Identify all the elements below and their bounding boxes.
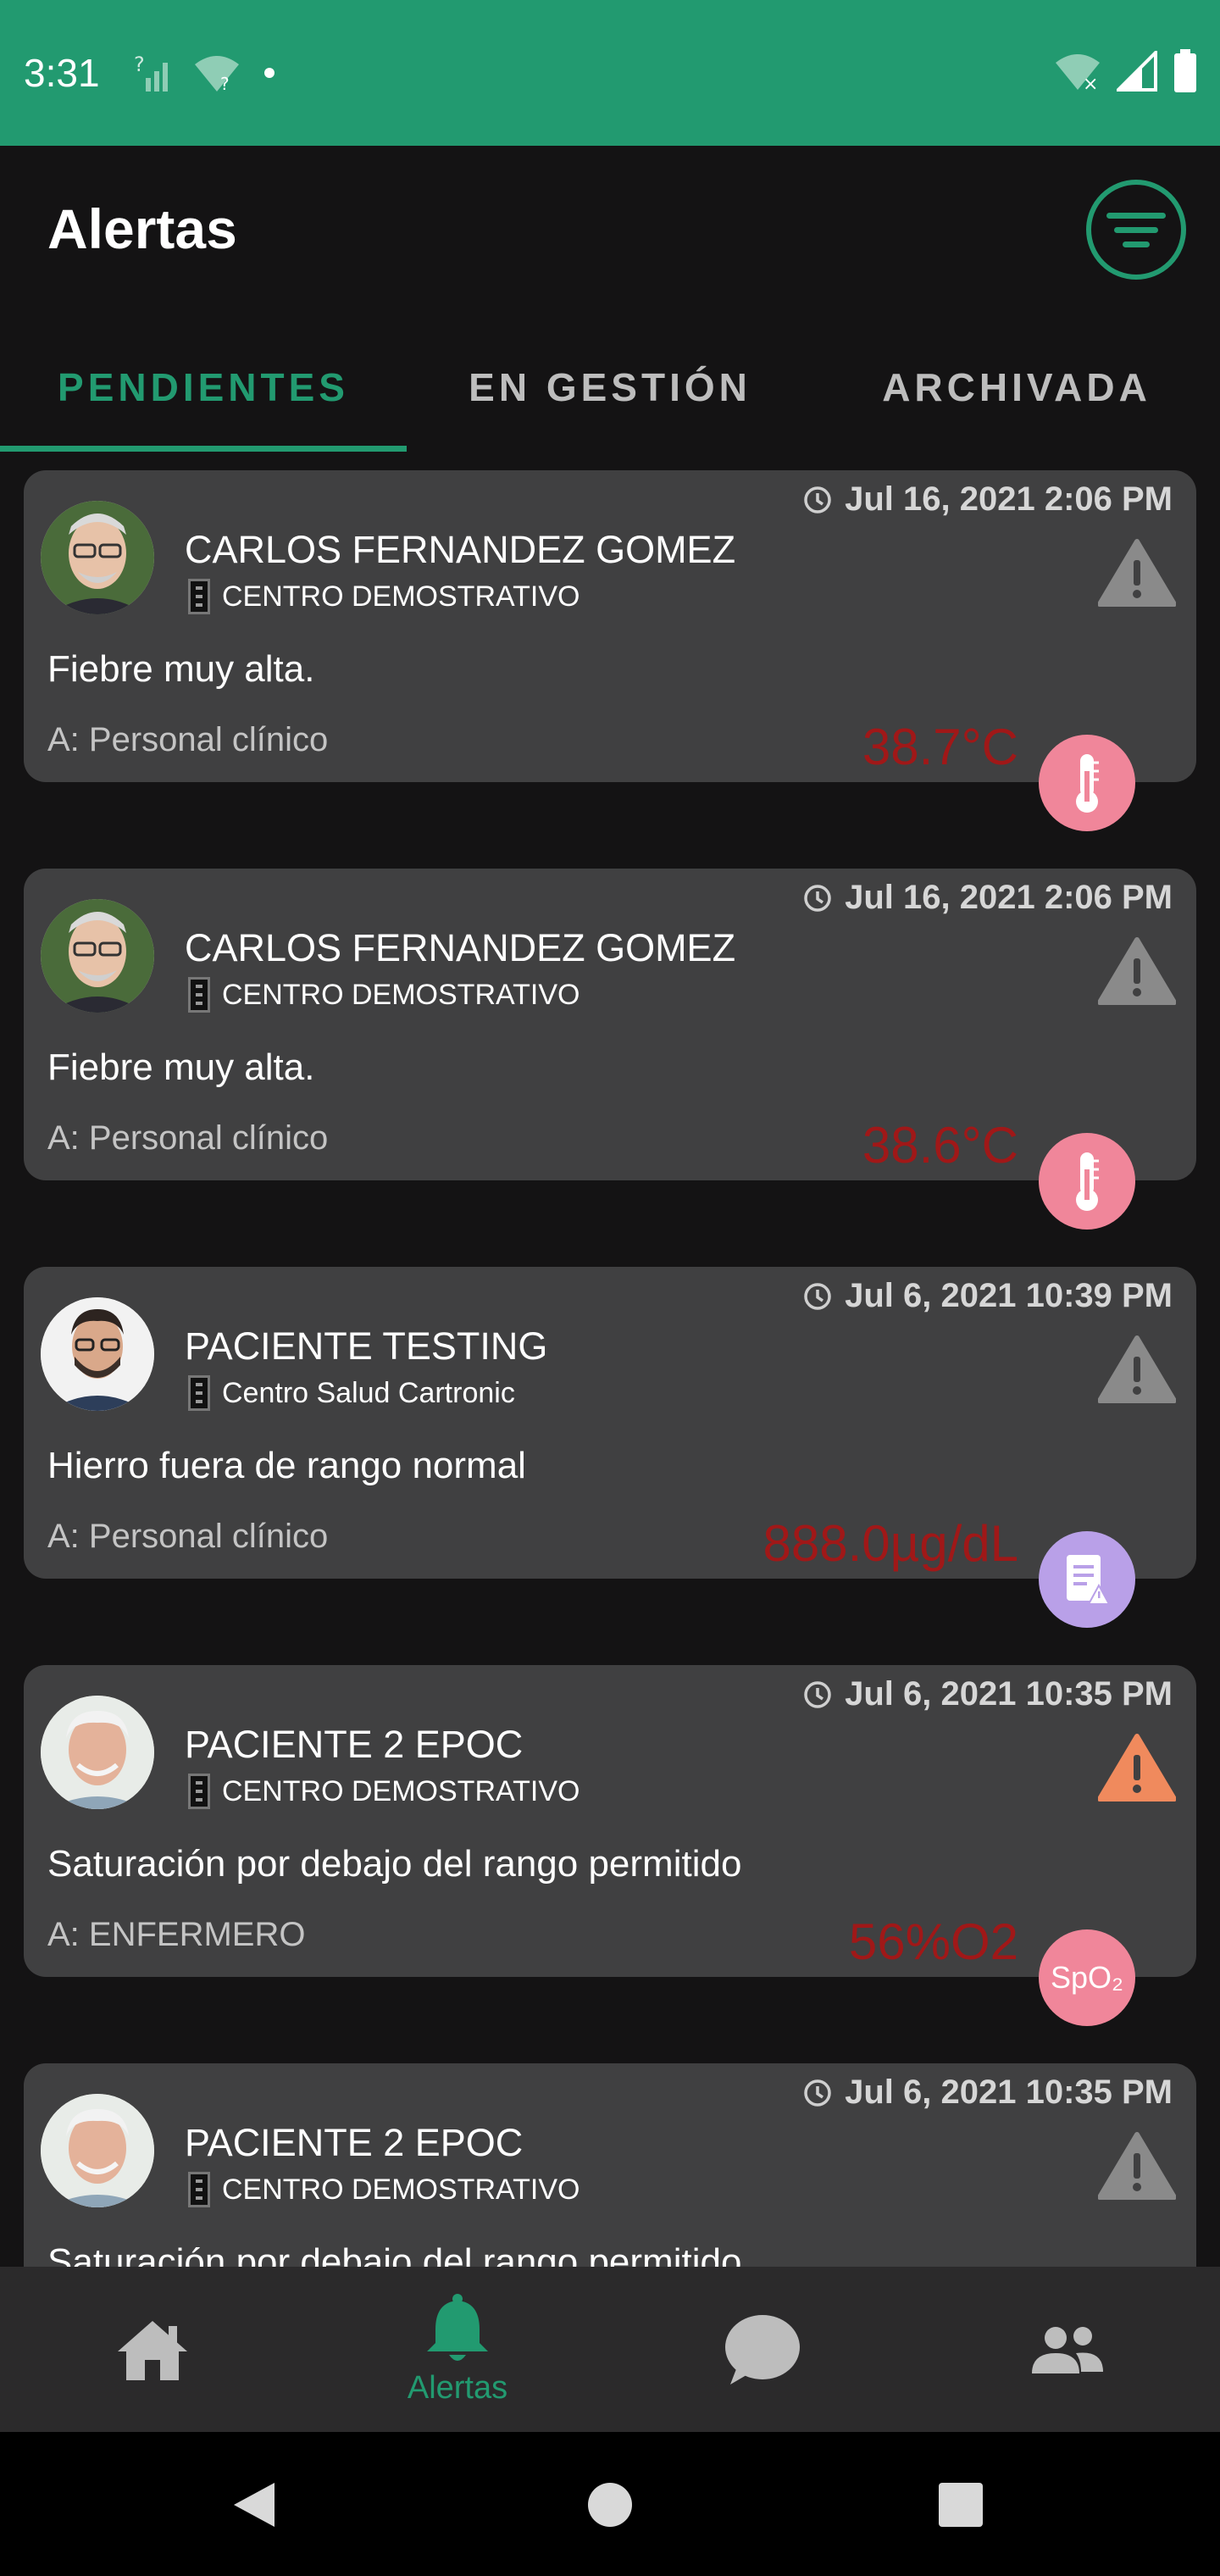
- alert-assignee: A: Personal clínico: [47, 721, 329, 758]
- alert-message: Fiebre muy alta.: [47, 648, 315, 690]
- wifi-off-icon: ×: [1056, 54, 1100, 92]
- tab-en-gestion[interactable]: EN GESTIÓN: [407, 364, 813, 410]
- alert-datetime: Jul 6, 2021 10:35 PM: [845, 2074, 1173, 2111]
- alert-card[interactable]: Jul 16, 2021 2:06 PM CARLOS FERNANDEZ GO…: [24, 869, 1196, 1180]
- patient-name: PACIENTE 2 EPOC: [185, 1723, 524, 1766]
- clock-icon: [804, 486, 831, 514]
- thermometer-icon: [1076, 754, 1099, 813]
- status-bar: 3:31 ? ? ×: [0, 0, 1220, 146]
- svg-text:×: ×: [1083, 74, 1098, 92]
- home-icon: [118, 2320, 187, 2380]
- clock-icon: [804, 1282, 831, 1310]
- center-name: CENTRO DEMOSTRATIVO: [222, 2173, 580, 2206]
- alert-message: Fiebre muy alta.: [47, 1046, 315, 1088]
- avatar: [41, 1297, 154, 1411]
- nav-alertas[interactable]: Alertas: [305, 2267, 610, 2432]
- alert-card[interactable]: Jul 16, 2021 2:06 PM CARLOS FERNANDEZ GO…: [24, 470, 1196, 782]
- avatar: [41, 1696, 154, 1809]
- alert-message: Saturación por debajo del rango permitid…: [47, 1843, 742, 1885]
- active-tab-indicator: [0, 446, 407, 452]
- filter-icon: [1106, 212, 1166, 219]
- status-time: 3:31: [24, 51, 100, 95]
- alert-card[interactable]: Jul 6, 2021 10:39 PM PACIENTE TESTING Ce…: [24, 1267, 1196, 1579]
- patient-name: PACIENTE 2 EPOC: [185, 2121, 524, 2164]
- system-nav-bar: [0, 2432, 1220, 2576]
- alert-value: 888.0µg/dL: [762, 1515, 1019, 1572]
- nav-chat[interactable]: [610, 2267, 915, 2432]
- nav-label-alertas: Alertas: [407, 2370, 508, 2406]
- avatar: [41, 2094, 154, 2207]
- center-name: Centro Salud Cartronic: [222, 1376, 515, 1409]
- svg-text:?: ?: [134, 53, 145, 76]
- alert-assignee: A: Personal clínico: [47, 1119, 329, 1157]
- bottom-nav: Alertas: [0, 2267, 1220, 2432]
- tab-bar: PENDIENTES EN GESTIÓN ARCHIVADA: [0, 339, 1220, 453]
- alert-message: Saturación por debajo del rango permitid…: [47, 2241, 742, 2267]
- battery-icon: [1174, 49, 1196, 92]
- alert-message: Hierro fuera de rango normal: [47, 1445, 526, 1486]
- recents-icon[interactable]: [937, 2481, 984, 2529]
- alert-datetime: Jul 6, 2021 10:35 PM: [845, 1675, 1173, 1713]
- nav-people[interactable]: [915, 2267, 1220, 2432]
- building-icon: [188, 1375, 210, 1411]
- warning-icon: [1098, 2132, 1176, 2200]
- warning-icon: [1098, 1734, 1176, 1802]
- warning-icon: [1098, 937, 1176, 1005]
- patient-name: CARLOS FERNANDEZ GOMEZ: [185, 528, 736, 571]
- spo2-badge: SpO₂: [1039, 1929, 1135, 2026]
- tab-archivada[interactable]: ARCHIVADA: [813, 364, 1220, 410]
- notification-dot-icon: [263, 68, 274, 78]
- tab-pendientes[interactable]: PENDIENTES: [0, 364, 407, 410]
- center-name: CENTRO DEMOSTRATIVO: [222, 580, 580, 613]
- nav-home[interactable]: [0, 2267, 305, 2432]
- lab-report-icon: [1067, 1555, 1111, 1605]
- alert-value: 38.6°C: [862, 1117, 1018, 1174]
- alert-datetime: Jul 16, 2021 2:06 PM: [845, 480, 1173, 518]
- warning-icon: [1098, 539, 1176, 607]
- clock-icon: [804, 2079, 831, 2107]
- thermometer-icon: [1076, 1152, 1099, 1211]
- center-name: CENTRO DEMOSTRATIVO: [222, 1774, 580, 1807]
- spo2-icon: SpO₂: [1050, 1960, 1123, 1995]
- patient-name: CARLOS FERNANDEZ GOMEZ: [185, 926, 736, 969]
- chat-icon: [725, 2314, 800, 2384]
- lab-report-badge: [1039, 1531, 1135, 1628]
- building-icon: [188, 579, 210, 614]
- back-icon[interactable]: [230, 2479, 278, 2530]
- avatar: [41, 899, 154, 1013]
- wifi-unknown-icon: ?: [194, 56, 239, 93]
- alert-value: 56%O2: [848, 1913, 1018, 1970]
- signal-unknown-icon: ?: [134, 53, 168, 92]
- filter-button[interactable]: [1086, 180, 1186, 280]
- alert-datetime: Jul 6, 2021 10:39 PM: [845, 1277, 1173, 1314]
- thermometer-badge: [1039, 735, 1135, 831]
- center-name: CENTRO DEMOSTRATIVO: [222, 978, 580, 1011]
- building-icon: [188, 977, 210, 1013]
- alert-assignee: A: Personal clínico: [47, 1518, 329, 1555]
- patient-name: PACIENTE TESTING: [185, 1324, 548, 1368]
- home-button-icon[interactable]: [586, 2481, 634, 2529]
- app-bar: Alertas: [0, 146, 1220, 315]
- alert-assignee: A: ENFERMERO: [47, 1916, 306, 1953]
- alert-datetime: Jul 16, 2021 2:06 PM: [845, 879, 1173, 916]
- building-icon: [188, 2172, 210, 2207]
- alert-card[interactable]: Jul 6, 2021 10:35 PM PACIENTE 2 EPOC CEN…: [24, 1665, 1196, 1977]
- people-icon: [1032, 2326, 1103, 2373]
- clock-icon: [804, 1680, 831, 1708]
- warning-icon: [1098, 1335, 1176, 1403]
- thermometer-badge: [1039, 1133, 1135, 1230]
- cell-signal-icon: [1117, 51, 1157, 92]
- page-title: Alertas: [47, 197, 237, 260]
- avatar: [41, 501, 154, 614]
- alert-value: 38.7°C: [862, 719, 1018, 775]
- clock-icon: [804, 884, 831, 912]
- bell-icon: [427, 2294, 488, 2361]
- svg-text:?: ?: [220, 74, 230, 93]
- alert-card[interactable]: Jul 6, 2021 10:35 PM PACIENTE 2 EPOC CEN…: [24, 2063, 1196, 2267]
- building-icon: [188, 1774, 210, 1809]
- alert-list[interactable]: Jul 16, 2021 2:06 PM CARLOS FERNANDEZ GO…: [0, 453, 1220, 2267]
